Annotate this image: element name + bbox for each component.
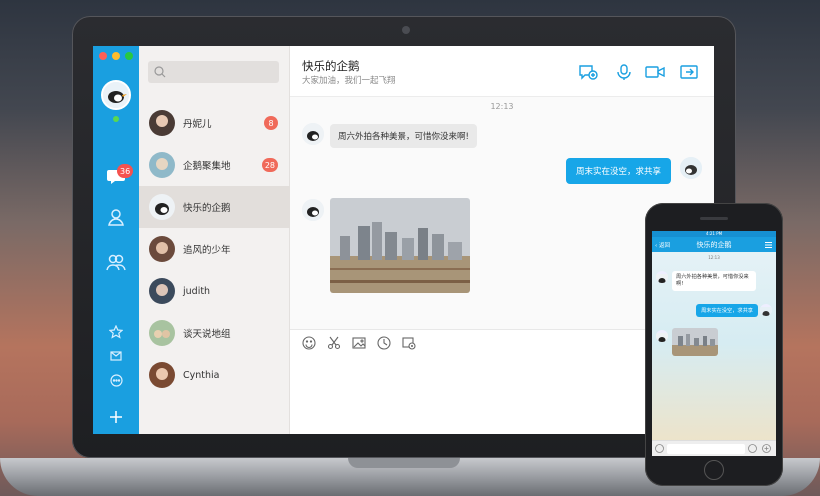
- phone-message-time: 12:13: [708, 255, 720, 260]
- plus-icon[interactable]: [762, 444, 771, 453]
- contact-name: 快乐的企鹅: [183, 203, 231, 214]
- user-avatar[interactable]: [101, 80, 131, 110]
- phone-speaker: [700, 217, 728, 220]
- message-bubble[interactable]: 周末实在没空，求共享: [565, 158, 671, 184]
- contact-icon[interactable]: [105, 206, 127, 228]
- image-message[interactable]: [672, 328, 718, 356]
- share-icon[interactable]: [679, 64, 699, 80]
- add-icon[interactable]: [105, 406, 127, 428]
- more-icon[interactable]: [105, 369, 127, 391]
- contact-item[interactable]: 谈天说地组: [139, 312, 290, 354]
- close-button[interactable]: [99, 52, 107, 60]
- contact-item[interactable]: Cynthia: [139, 354, 290, 396]
- laptop-notch: [348, 458, 460, 468]
- avatar: [149, 236, 175, 262]
- video-call-icon[interactable]: [645, 64, 665, 80]
- message-bubble[interactable]: 周末实在没空，求共享: [696, 304, 758, 317]
- laptop-frame: 36 丹妮儿 8 企鹅聚集地 28 快乐的企鹅 追风的少年 judith 谈天说…: [72, 16, 736, 458]
- search-icon: [154, 66, 166, 78]
- online-status-dot: [113, 116, 119, 122]
- phone-message-input[interactable]: [667, 444, 745, 454]
- zoom-button[interactable]: [125, 52, 133, 60]
- scissors-icon[interactable]: [327, 336, 341, 350]
- voice-call-icon[interactable]: [614, 64, 634, 80]
- contact-name: 企鹅聚集地: [183, 161, 231, 172]
- voice-icon[interactable]: [655, 444, 664, 453]
- avatar: [149, 320, 175, 346]
- search-input[interactable]: [148, 61, 279, 83]
- app-window: 36 丹妮儿 8 企鹅聚集地 28 快乐的企鹅 追风的少年 judith 谈天说…: [93, 46, 714, 434]
- phone-nav-bar: ‹ 返回 快乐的企鹅: [652, 237, 776, 252]
- camera: [402, 26, 410, 34]
- contact-name: judith: [183, 285, 211, 297]
- new-chat-icon[interactable]: [578, 64, 598, 80]
- contact-item[interactable]: 丹妮儿 8: [139, 102, 290, 144]
- contact-item[interactable]: 快乐的企鹅: [139, 186, 290, 228]
- favorites-icon[interactable]: [105, 321, 127, 343]
- avatar: [656, 271, 668, 283]
- contact-list: 丹妮儿 8 企鹅聚集地 28 快乐的企鹅 追风的少年 judith 谈天说地组 …: [139, 46, 290, 434]
- contact-name: 丹妮儿: [183, 119, 212, 130]
- unread-badge: 8: [264, 116, 278, 130]
- avatar: [149, 194, 175, 220]
- avatar: [149, 362, 175, 388]
- messages-badge: 36: [117, 164, 134, 178]
- menu-icon[interactable]: [765, 242, 772, 248]
- phone-screen: 4:21 PM ‹ 返回 快乐的企鹅 12:13 周六外拍各种美景，可惜你没来啊…: [652, 231, 776, 456]
- avatar: [302, 199, 324, 221]
- avatar: [760, 304, 772, 316]
- window-controls: [99, 52, 133, 60]
- avatar: [149, 278, 175, 304]
- screenshot-icon[interactable]: [402, 336, 416, 350]
- avatar: [149, 152, 175, 178]
- phone-composer[interactable]: [652, 440, 776, 456]
- contact-name: 追风的少年: [183, 245, 231, 256]
- image-message[interactable]: [330, 198, 470, 293]
- phone-chat-title: 快乐的企鹅: [696, 241, 732, 249]
- mail-icon[interactable]: [105, 345, 127, 367]
- contact-item[interactable]: 企鹅聚集地 28: [139, 144, 290, 186]
- emoji-icon[interactable]: [302, 336, 316, 350]
- avatar: [302, 123, 324, 145]
- contact-item[interactable]: 追风的少年: [139, 228, 290, 270]
- nav-rail: 36: [93, 46, 139, 434]
- minimize-button[interactable]: [112, 52, 120, 60]
- unread-badge: 28: [261, 158, 278, 172]
- emoji-icon[interactable]: [748, 444, 757, 453]
- home-button[interactable]: [704, 460, 724, 480]
- contact-name: 谈天说地组: [183, 329, 231, 340]
- message-time: 12:13: [490, 102, 514, 111]
- chat-title: 快乐的企鹅: [302, 59, 360, 73]
- contact-name: Cynthia: [183, 369, 220, 381]
- group-icon[interactable]: [105, 251, 127, 273]
- chat-subtitle: 大家加油，我们一起飞翔: [302, 76, 396, 86]
- phone-frame: 4:21 PM ‹ 返回 快乐的企鹅 12:13 周六外拍各种美景，可惜你没来啊…: [645, 203, 783, 486]
- image-icon[interactable]: [352, 336, 366, 350]
- avatar: [656, 330, 668, 342]
- chat-header: 快乐的企鹅 大家加油，我们一起飞翔: [290, 46, 714, 97]
- contact-item[interactable]: judith: [139, 270, 290, 312]
- clock-icon[interactable]: [377, 336, 391, 350]
- avatar: [680, 157, 702, 179]
- message-bubble[interactable]: 周六外拍各种美景，可惜你没来啊!: [330, 124, 477, 148]
- message-bubble[interactable]: 周六外拍各种美景，可惜你没来啊!: [672, 271, 756, 292]
- avatar: [149, 110, 175, 136]
